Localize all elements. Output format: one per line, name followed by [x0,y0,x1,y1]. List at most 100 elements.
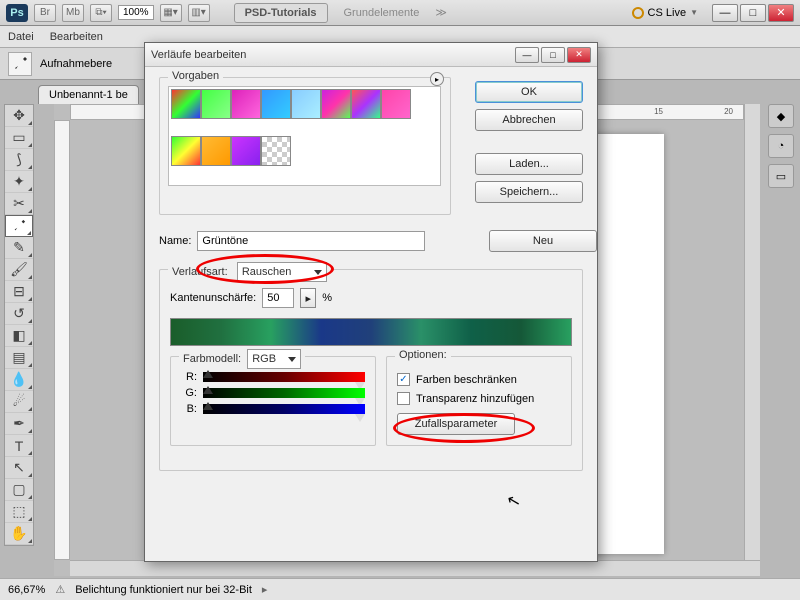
dialog-title: Verläufe bearbeiten [151,49,515,61]
channel-g-slider[interactable] [203,388,365,398]
menu-file[interactable]: Datei [8,31,34,43]
path-select-tool[interactable]: ↖ [5,457,33,479]
workspace-tab-inactive[interactable]: Grundelemente [334,4,430,22]
channel-b-label: B: [181,403,197,415]
crop-tool[interactable]: ✂ [5,193,33,215]
preset-swatch[interactable] [171,89,201,119]
dialog-close-button[interactable]: ✕ [567,47,591,63]
status-zoom[interactable]: 66,67% [8,584,45,596]
ruler-mark: 15 [654,107,663,116]
app-close-button[interactable]: ✕ [768,4,794,22]
move-tool[interactable]: ✥ [5,105,33,127]
add-transparency-label: Transparenz hinzufügen [416,393,534,405]
brush-tool[interactable]: 🖌 [5,259,33,281]
status-bar: 66,67% ⚠ Belichtung funktioniert nur bei… [0,578,800,600]
ps-logo-icon: Ps [6,4,28,22]
app-toolbar: Ps Br Mb ⧉▾ 100% ▦▾ ▥▾ PSD-Tutorials Gru… [0,0,800,26]
preset-swatch[interactable] [231,136,261,166]
healing-brush-tool[interactable]: ✎ [5,237,33,259]
roughness-input[interactable] [262,288,294,308]
magic-wand-tool[interactable]: ✦ [5,171,33,193]
layers-panel-icon[interactable]: ▭ [768,164,794,188]
preset-swatch[interactable] [291,89,321,119]
dialog-maximize-button[interactable]: □ [541,47,565,63]
type-tool[interactable]: T [5,435,33,457]
chevron-right-icon[interactable]: ▸ [262,583,268,596]
channel-g-label: G: [181,387,197,399]
restrict-colors-checkbox[interactable]: ✓ [397,373,410,386]
load-button[interactable]: Laden... [475,153,583,175]
blur-tool[interactable]: 💧 [5,369,33,391]
pen-tool[interactable]: ✒ [5,413,33,435]
dodge-tool[interactable]: ☄ [5,391,33,413]
ruler-vertical [54,120,70,560]
status-message: Belichtung funktioniert nur bei 32-Bit [75,584,252,596]
workspace-tab-active[interactable]: PSD-Tutorials [234,3,328,23]
app-minimize-button[interactable]: — [712,4,738,22]
presets-menu-icon[interactable]: ▸ [430,72,444,86]
name-input[interactable] [197,231,425,251]
marquee-tool[interactable]: ▭ [5,127,33,149]
scrollbar-vertical[interactable] [744,104,760,560]
name-label: Name: [159,235,191,247]
preset-swatch[interactable] [201,89,231,119]
preset-swatch[interactable] [171,136,201,166]
document-tab[interactable]: Unbenannt-1 be [38,85,139,104]
channel-b-slider[interactable] [203,404,365,414]
arrange-docs-icon[interactable]: ▥▾ [188,4,210,22]
presets-grid[interactable] [168,86,441,186]
preset-swatch[interactable] [351,89,381,119]
eyedropper-tool[interactable] [5,215,33,237]
shape-tool[interactable]: ▢ [5,479,33,501]
screen-mode-icon[interactable]: ⧉▾ [90,4,112,22]
dialog-titlebar[interactable]: Verläufe bearbeiten — □ ✕ [145,43,597,67]
presets-label: Vorgaben [168,70,223,82]
history-brush-tool[interactable]: ↺ [5,303,33,325]
menu-edit[interactable]: Bearbeiten [50,31,103,43]
minibridge-icon[interactable]: Mb [62,4,84,22]
preset-swatch[interactable] [321,89,351,119]
options-label: Aufnahmebere [40,58,112,70]
cancel-button[interactable]: Abbrechen [475,109,583,131]
swatches-panel-icon[interactable]: ◆ [768,104,794,128]
randomize-button[interactable]: Zufallsparameter [397,413,515,435]
cs-live-label[interactable]: CS Live [648,7,687,19]
save-button[interactable]: Speichern... [475,181,583,203]
color-panel-icon[interactable]: ◔ [768,134,794,158]
gradient-preview [170,318,572,346]
3d-tool[interactable]: ⬚ [5,501,33,523]
roughness-unit: % [322,292,332,304]
add-transparency-checkbox[interactable] [397,392,410,405]
channel-r-slider[interactable] [203,372,365,382]
preset-swatch[interactable] [381,89,411,119]
ok-button[interactable]: OK [475,81,583,103]
hand-tool[interactable]: ✋ [5,523,33,545]
view-extras-icon[interactable]: ▦▾ [160,4,182,22]
gradient-tool[interactable]: ▤ [5,347,33,369]
right-panels: ◆ ◔ ▭ [768,104,796,188]
scrollbar-horizontal[interactable] [70,560,760,576]
zoom-level[interactable]: 100% [118,5,154,20]
colormodel-dropdown[interactable]: RGB [247,349,301,369]
document-tab-label: Unbenannt-1 be [49,89,128,101]
dialog-minimize-button[interactable]: — [515,47,539,63]
preset-swatch[interactable] [201,136,231,166]
roughness-flyout-icon[interactable]: ▸ [300,288,316,308]
preset-swatch[interactable] [261,89,291,119]
restrict-colors-label: Farben beschränken [416,374,517,386]
options-label: Optionen: [395,349,451,361]
gradient-type-value: Rauschen [242,266,292,278]
lasso-tool[interactable]: ⟆ [5,149,33,171]
cursor-icon: ↖ [505,490,523,513]
bridge-icon[interactable]: Br [34,4,56,22]
eraser-tool[interactable]: ◧ [5,325,33,347]
chevron-down-icon[interactable]: ▼ [690,8,698,17]
preset-swatch[interactable] [231,89,261,119]
new-button[interactable]: Neu [489,230,597,252]
workspace-more-icon[interactable]: ≫ [435,6,447,19]
gradient-type-dropdown[interactable]: Rauschen [237,262,327,282]
clone-stamp-tool[interactable]: ⊟ [5,281,33,303]
preset-swatch[interactable] [261,136,291,166]
app-maximize-button[interactable]: □ [740,4,766,22]
colormodel-value: RGB [252,353,276,365]
